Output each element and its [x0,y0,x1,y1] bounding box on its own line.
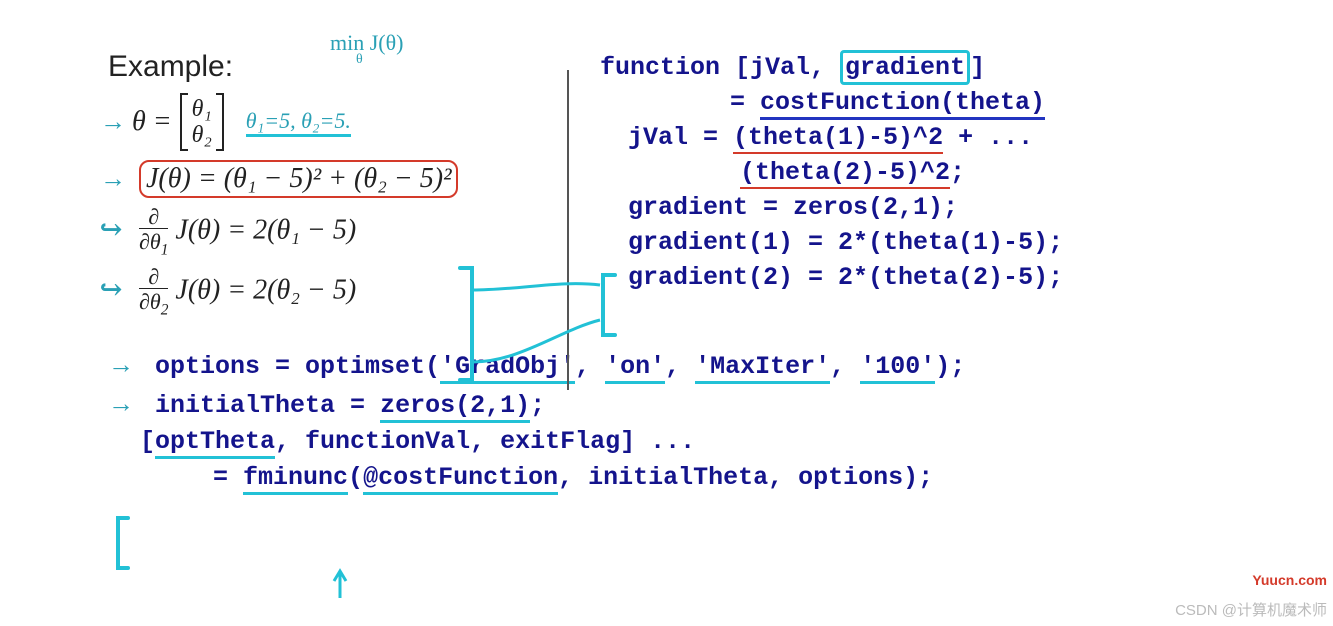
cost-function-J: → J(θ) = (θ₁ − 5)² + (θ₂ − 5)² [100,160,560,198]
code-right: function [jVal, gradient] = costFunction… [560,50,1253,326]
vertical-divider [567,70,569,390]
watermark-source: Yuucn.com [1252,572,1327,588]
bottom-code: → options = optimset('GradObj', 'on', 'M… [108,346,1253,497]
partial-d2: ↪ ∂∂θ2 J(θ) = 2(θ₂ − 5) [100,266,560,318]
partial-d1: ↪ ∂∂θ1 J(θ) = 2(θ₁ − 5) [100,206,560,258]
params-note: θ₁=5, θ₂=5. [246,108,351,137]
theta-vector-eq: → θ = θ₁ θ₂ θ₁=5, θ₂=5. [100,92,560,152]
min-note: min J(θ) [330,30,403,55]
watermark-author: CSDN @计算机魔术师 [1175,599,1327,620]
